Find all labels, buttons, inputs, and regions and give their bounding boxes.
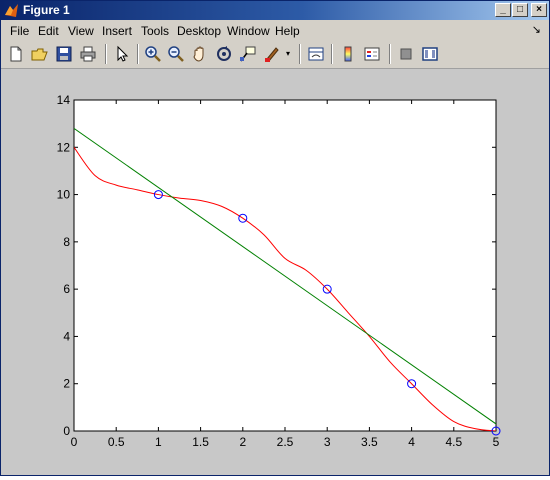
y-tick-label: 6 xyxy=(63,282,70,296)
zoom-out-icon[interactable] xyxy=(167,45,185,63)
colorbar-icon[interactable] xyxy=(339,45,357,63)
y-tick-label: 2 xyxy=(63,377,70,391)
menu-edit[interactable]: Edit xyxy=(38,24,59,38)
show-plot-tools-icon[interactable] xyxy=(421,45,439,63)
x-tick-label: 2 xyxy=(239,435,246,449)
zoom-in-icon[interactable] xyxy=(144,45,162,63)
x-tick-label: 4 xyxy=(408,435,415,449)
axes-box[interactable] xyxy=(73,99,497,432)
save-icon[interactable] xyxy=(55,45,73,63)
x-tick-label: 1.5 xyxy=(192,435,209,449)
y-tick-label: 0 xyxy=(63,424,70,438)
toolbar-separator xyxy=(137,44,139,64)
menu-bar: File Edit View Insert Tools Desktop Wind… xyxy=(1,20,549,40)
y-tick-label: 4 xyxy=(63,329,70,343)
minimize-button[interactable]: _ xyxy=(495,3,511,17)
data-cursor-icon[interactable] xyxy=(239,45,257,63)
y-tick-label: 12 xyxy=(57,140,71,154)
toolbar-separator xyxy=(299,44,301,64)
menu-file[interactable]: File xyxy=(10,24,29,38)
menu-view[interactable]: View xyxy=(68,24,94,38)
print-icon[interactable] xyxy=(79,45,97,63)
x-tick-label: 0 xyxy=(71,435,78,449)
x-tick-label: 1 xyxy=(155,435,162,449)
brush-icon[interactable] xyxy=(263,45,281,63)
close-button[interactable]: × xyxy=(531,3,547,17)
y-tick-label: 14 xyxy=(57,93,71,107)
menu-desktop[interactable]: Desktop xyxy=(177,24,221,38)
open-file-icon[interactable] xyxy=(31,45,49,63)
title-bar[interactable]: Figure 1 _ □ × xyxy=(1,1,549,20)
x-tick-label: 2.5 xyxy=(277,435,294,449)
y-tick-label: 10 xyxy=(57,188,71,202)
plot-svg[interactable]: 0 0.5 1 1.5 2 2.5 3 3.5 4 4.5 5 0 2 4 6 8 10 12 14 xyxy=(1,69,549,475)
legend-icon[interactable] xyxy=(363,45,381,63)
hide-plot-tools-icon[interactable] xyxy=(397,45,415,63)
y-tick-label: 8 xyxy=(63,235,70,249)
menu-window[interactable]: Window xyxy=(227,24,270,38)
menu-insert[interactable]: Insert xyxy=(102,24,132,38)
window-title: Figure 1 xyxy=(23,3,70,17)
x-tick-label: 0.5 xyxy=(108,435,125,449)
x-tick-label: 3 xyxy=(324,435,331,449)
new-figure-icon[interactable] xyxy=(7,45,25,63)
pan-hand-icon[interactable] xyxy=(191,45,209,63)
toolbar-separator xyxy=(331,44,333,64)
toolbar-separator xyxy=(389,44,391,64)
edit-plot-arrow-icon[interactable] xyxy=(113,45,131,63)
x-tick-label: 5 xyxy=(493,435,500,449)
figure-window: Figure 1 _ □ × File Edit View Insert Too… xyxy=(0,0,550,476)
x-tick-label: 3.5 xyxy=(361,435,378,449)
toolbar-separator xyxy=(105,44,107,64)
matlab-logo-icon xyxy=(5,4,18,17)
figure-canvas: 0 0.5 1 1.5 2 2.5 3 3.5 4 4.5 5 0 2 4 6 8 10 12 14 xyxy=(1,69,549,475)
rotate-3d-icon[interactable] xyxy=(215,45,233,63)
brush-dropdown-icon[interactable]: ▾ xyxy=(286,49,290,58)
dock-arrow-icon[interactable]: ↘ xyxy=(532,23,541,36)
figure-toolbar: ▾ xyxy=(1,40,549,69)
x-tick-label: 4.5 xyxy=(445,435,462,449)
menu-help[interactable]: Help xyxy=(275,24,300,38)
maximize-button[interactable]: □ xyxy=(512,3,528,17)
link-plot-icon[interactable] xyxy=(307,45,325,63)
menu-tools[interactable]: Tools xyxy=(141,24,169,38)
